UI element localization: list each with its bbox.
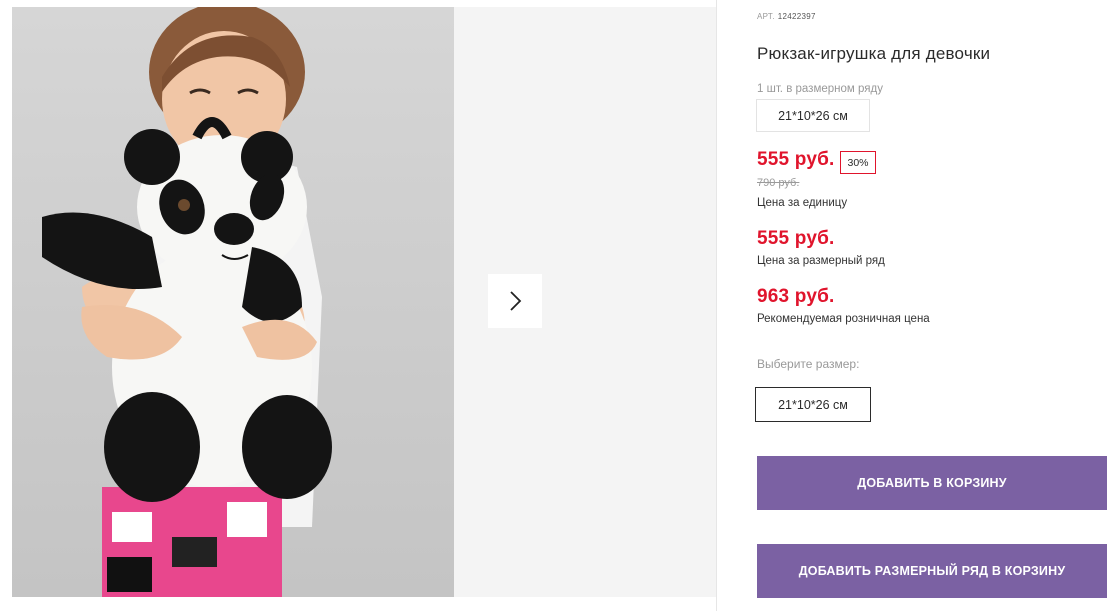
panda-backpack-photo [42, 7, 332, 597]
sku-value: 12422397 [777, 12, 816, 21]
product-photo [12, 7, 454, 597]
size-option[interactable]: 21*10*26 см [755, 387, 871, 422]
retail-price: 963 руб. [757, 286, 835, 307]
retail-price-caption: Рекомендуемая розничная цена [757, 313, 930, 325]
row-price: 555 руб. [757, 228, 835, 249]
product-title: Рюкзак-игрушка для девочки [757, 44, 991, 63]
gallery-next-button[interactable] [488, 274, 542, 328]
divider [716, 0, 717, 611]
old-price: 790 руб. [757, 177, 800, 189]
sku: АРТ. 12422397 [757, 12, 816, 21]
row-price-caption: Цена за размерный ряд [757, 255, 885, 267]
add-size-row-to-cart-button[interactable]: ДОБАВИТЬ РАЗМЕРНЫЙ РЯД В КОРЗИНУ [757, 544, 1107, 598]
pack-label: 1 шт. в размерном ряду [757, 83, 883, 95]
choose-size-label: Выберите размер: [757, 357, 860, 371]
chevron-right-icon [510, 291, 522, 311]
unit-price: 555 руб. [757, 149, 835, 170]
add-to-cart-button[interactable]: ДОБАВИТЬ В КОРЗИНУ [757, 456, 1107, 510]
product-gallery [0, 0, 717, 611]
discount-badge: 30% [840, 151, 876, 174]
pack-size-chip: 21*10*26 см [756, 99, 870, 132]
unit-price-caption: Цена за единицу [757, 197, 848, 209]
sku-label: АРТ. [757, 12, 775, 21]
